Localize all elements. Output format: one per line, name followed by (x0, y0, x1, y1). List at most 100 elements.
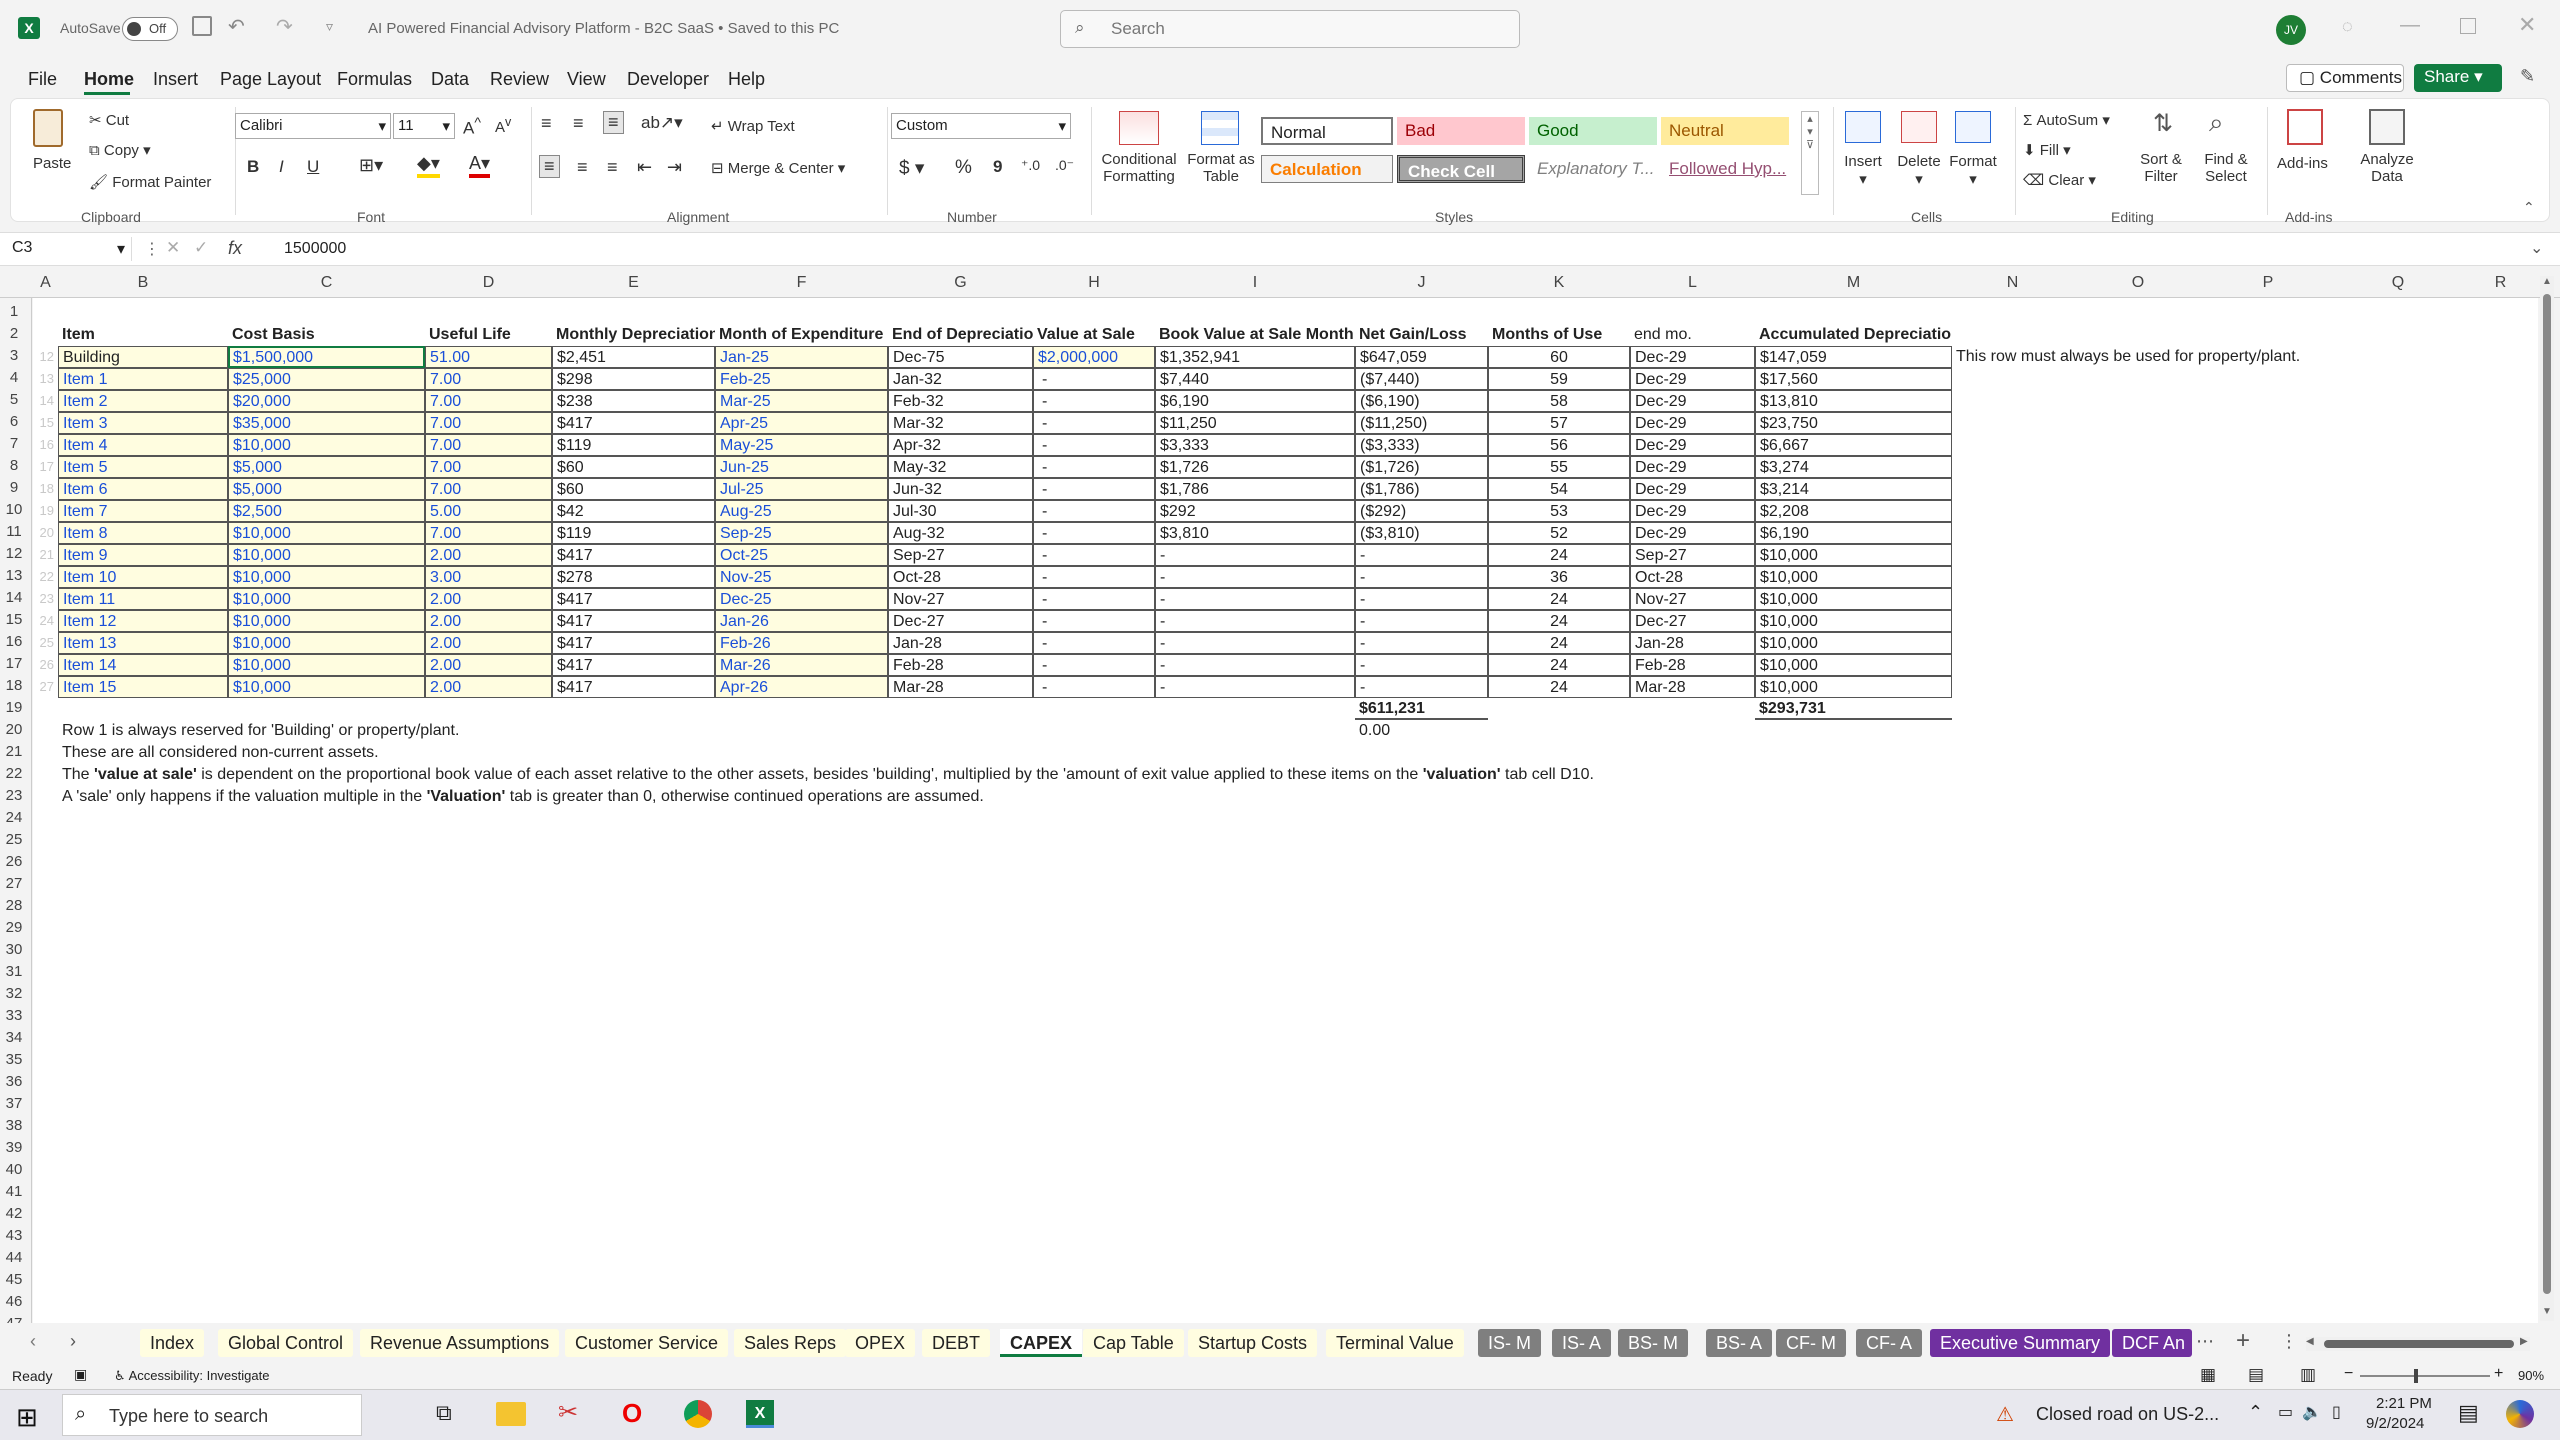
column-header[interactable]: M (1755, 274, 1952, 292)
column-header[interactable]: K (1488, 274, 1630, 292)
row-header[interactable]: 36 (0, 1073, 28, 1090)
table-cell[interactable]: - (1033, 434, 1155, 456)
table-cell[interactable]: $17,560 (1755, 368, 1952, 390)
excel-taskbar-icon[interactable]: X (746, 1400, 774, 1428)
sheet-tab[interactable]: BS- A (1706, 1329, 1773, 1357)
table-cell[interactable]: $10,000 (1755, 676, 1952, 698)
conditional-formatting-button[interactable]: Conditional Formatting (1091, 151, 1187, 185)
table-cell[interactable]: Apr-32 (888, 434, 1033, 456)
more-sheets-icon[interactable]: ⋯ (2196, 1331, 2214, 1352)
currency-button[interactable]: $ ▾ (899, 157, 924, 180)
table-cell[interactable]: $417 (552, 412, 715, 434)
table-cell[interactable]: Item 3 (58, 412, 228, 434)
table-cell[interactable]: May-25 (715, 434, 888, 456)
table-cell[interactable]: Building (58, 346, 228, 368)
table-cell[interactable]: $13,810 (1755, 390, 1952, 412)
column-header[interactable]: G (888, 274, 1033, 292)
table-cell[interactable]: 2.00 (425, 676, 552, 698)
row-header[interactable]: 17 (0, 655, 28, 672)
row-header[interactable]: 25 (0, 831, 28, 848)
table-cell[interactable]: $10,000 (1755, 544, 1952, 566)
vertical-scrollbar[interactable]: ▲ ▼ (2540, 276, 2554, 1321)
table-cell[interactable]: $23,750 (1755, 412, 1952, 434)
row-header[interactable]: 46 (0, 1293, 28, 1310)
user-avatar[interactable]: JV (2276, 15, 2306, 45)
table-cell[interactable]: $5,000 (228, 456, 425, 478)
table-cell[interactable]: $119 (552, 434, 715, 456)
styles-scroll[interactable]: ▴ ▾ ⊽ (1801, 111, 1819, 195)
pen-icon[interactable]: ✎ (2520, 66, 2535, 87)
sheet-tab[interactable]: CF- M (1776, 1329, 1846, 1357)
underline-button[interactable]: U (307, 157, 319, 177)
row-header[interactable]: 28 (0, 897, 28, 914)
menu-file[interactable]: File (28, 69, 57, 90)
column-header[interactable]: F (715, 274, 888, 292)
table-cell[interactable]: $11,250 (1155, 412, 1355, 434)
column-header[interactable]: H (1033, 274, 1155, 292)
table-cell[interactable]: Oct-28 (888, 566, 1033, 588)
table-cell[interactable]: $10,000 (228, 632, 425, 654)
close-icon[interactable]: ✕ (2518, 12, 2536, 38)
table-header[interactable]: Useful Life (425, 324, 552, 346)
undo-icon[interactable]: ↶ (228, 14, 245, 39)
total-gain[interactable]: $611,231 (1355, 698, 1488, 720)
column-header[interactable]: E (552, 274, 715, 292)
table-header[interactable]: Value at Sale (1033, 324, 1155, 346)
sheet-options-icon[interactable]: ⋮ (2280, 1331, 2298, 1352)
table-cell[interactable]: 2.00 (425, 654, 552, 676)
format-cells-button[interactable]: Format ▾ (1943, 153, 2003, 188)
table-cell[interactable]: 7.00 (425, 478, 552, 500)
table-cell[interactable]: $2,451 (552, 346, 715, 368)
table-cell[interactable]: ($292) (1355, 500, 1488, 522)
table-cell[interactable]: 2.00 (425, 610, 552, 632)
table-cell[interactable]: - (1033, 566, 1155, 588)
row-header[interactable]: 10 (0, 501, 28, 518)
table-cell[interactable]: - (1033, 610, 1155, 632)
table-cell[interactable]: Dec-29 (1630, 368, 1755, 390)
table-cell[interactable]: Dec-29 (1630, 522, 1755, 544)
table-cell[interactable]: - (1033, 588, 1155, 610)
font-color-button[interactable]: A▾ (469, 153, 491, 178)
table-cell[interactable]: Jan-26 (715, 610, 888, 632)
style-check-cell[interactable]: Check Cell (1397, 155, 1525, 183)
expand-formula-icon[interactable]: ⌄ (2530, 238, 2543, 258)
table-cell[interactable]: Dec-27 (888, 610, 1033, 632)
table-cell[interactable]: $7,440 (1155, 368, 1355, 390)
table-cell[interactable]: $417 (552, 544, 715, 566)
table-cell[interactable]: Dec-29 (1630, 434, 1755, 456)
table-cell[interactable]: Item 9 (58, 544, 228, 566)
table-cell[interactable]: - (1155, 544, 1355, 566)
table-cell[interactable]: ($3,333) (1355, 434, 1488, 456)
sheet-tab[interactable]: Sales Reps (734, 1329, 847, 1357)
table-cell[interactable]: ($1,726) (1355, 456, 1488, 478)
table-cell[interactable]: Feb-28 (888, 654, 1033, 676)
table-cell[interactable]: 55 (1488, 456, 1630, 478)
insert-function-button[interactable]: fx (228, 238, 242, 259)
row-header[interactable]: 3 (0, 347, 28, 364)
style-calculation[interactable]: Calculation (1261, 155, 1393, 183)
accessibility-status[interactable]: ♿ Accessibility: Investigate (114, 1368, 269, 1384)
table-cell[interactable]: $10,000 (228, 676, 425, 698)
fill-color-button[interactable]: ◆▾ (417, 153, 440, 178)
menu-review[interactable]: Review (490, 69, 549, 90)
row-header[interactable]: 2 (0, 325, 28, 342)
table-header[interactable]: Accumulated Depreciation (1755, 324, 1952, 346)
sheet-tab[interactable]: Startup Costs (1188, 1329, 1318, 1357)
menu-data[interactable]: Data (431, 69, 469, 90)
row-header[interactable]: 45 (0, 1271, 28, 1288)
table-cell[interactable]: $417 (552, 632, 715, 654)
collapse-ribbon-icon[interactable]: ⌃ (2523, 199, 2535, 216)
row-header[interactable]: 19 (0, 699, 28, 716)
table-cell[interactable]: Mar-28 (888, 676, 1033, 698)
table-cell[interactable]: Feb-32 (888, 390, 1033, 412)
column-header[interactable]: I (1155, 274, 1355, 292)
number-format-select[interactable]: Custom ▾ (891, 113, 1071, 139)
zoom-slider[interactable] (2360, 1369, 2490, 1383)
table-cell[interactable]: $1,726 (1155, 456, 1355, 478)
table-cell[interactable]: $10,000 (1755, 654, 1952, 676)
sheet-tab[interactable]: Executive Summary (1930, 1329, 2111, 1357)
note-text[interactable]: Row 1 is always reserved for 'Building' … (58, 720, 463, 742)
table-cell[interactable]: 36 (1488, 566, 1630, 588)
shrink-font-button[interactable]: Av (495, 115, 511, 136)
decrease-indent-button[interactable]: ⇤ (637, 157, 652, 178)
